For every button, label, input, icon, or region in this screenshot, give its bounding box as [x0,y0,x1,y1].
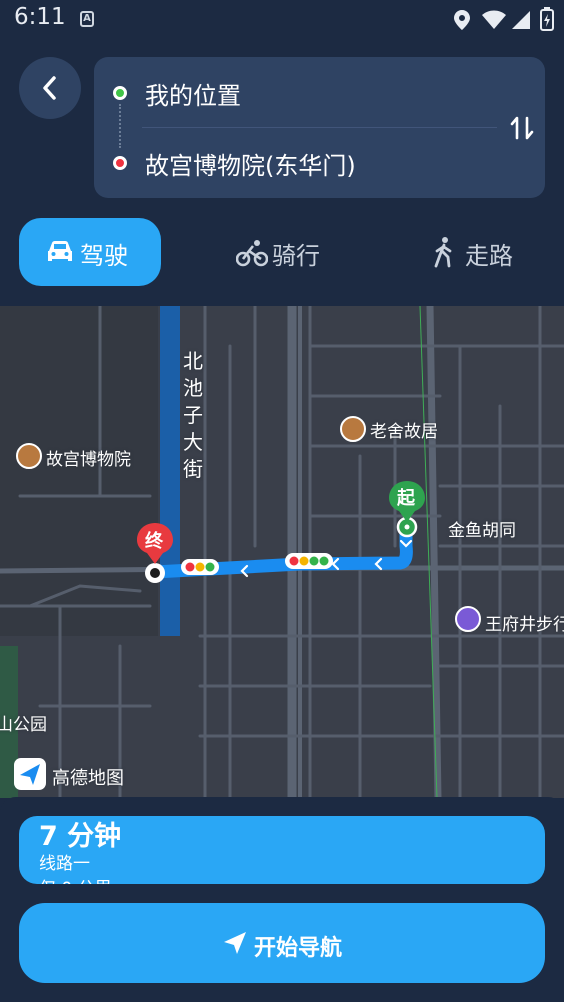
shop-icon [455,606,481,632]
tab-ride[interactable]: 骑行 [272,236,320,271]
map-roads [0,306,564,798]
bicycle-icon[interactable] [236,238,268,268]
route-name: 线路一 [39,854,90,874]
car-icon [48,241,72,261]
swap-vertical-icon[interactable] [508,114,536,142]
route-connector [119,104,123,148]
walking-icon[interactable] [432,236,456,268]
poi-label[interactable]: 山公园 [0,710,47,735]
route-option-card[interactable]: 7 分钟 线路一 仅 0 公里 [19,816,545,884]
museum-icon [340,416,366,442]
wifi-icon [482,10,506,29]
museum-icon [16,443,42,469]
end-marker-label: 终 [145,531,163,552]
origin-field[interactable]: 我的位置 [145,76,241,111]
road-label: 北池子大街 [183,349,203,481]
a-letter-icon: A [80,11,94,27]
chevron-left-icon [43,76,56,100]
origin-dot-icon [113,86,127,100]
poi-label[interactable]: 老舍故居 [370,417,438,442]
tab-drive-label: 驾驶 [80,242,128,270]
signal-icon [512,11,530,29]
start-marker-label: 起 [397,488,415,509]
poi-label[interactable]: 金鱼胡同 [448,516,516,541]
poi-label[interactable]: 王府井步行 [485,610,564,635]
location-icon [454,10,470,30]
destination-dot-icon [113,156,127,170]
back-button[interactable] [19,57,81,119]
route-divider [142,127,497,128]
poi-label[interactable]: 故宫博物院 [46,445,131,470]
amap-logo-icon [14,758,46,790]
battery-icon [540,7,554,31]
map-logo-text: 高德地图 [52,768,124,789]
route-duration: 7 分钟 [39,821,122,852]
tab-walk[interactable]: 走路 [465,236,513,271]
route-distance: 仅 0 公里 [39,874,112,884]
send-arrow-icon [224,932,246,954]
start-navigation-label: 开始导航 [254,936,343,961]
map-view[interactable]: 北池子大街 故宫博物院 老舍故居 金鱼胡同 王府井步行 山公园 起 终 高德地图 [0,306,564,798]
destination-field[interactable]: 故宫博物院(东华门) [145,146,356,181]
status-time: 6:11 [14,4,66,30]
